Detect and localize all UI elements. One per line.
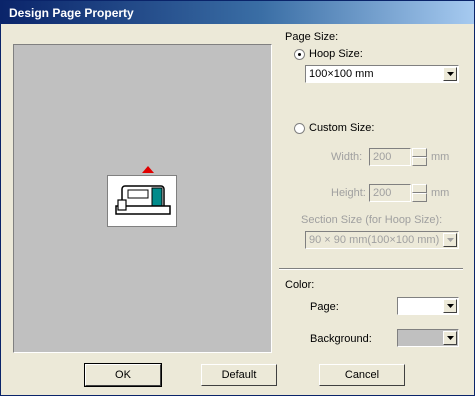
page-size-heading: Page Size: [285,31,339,43]
page-color-label: Page: [310,301,339,313]
background-color-dropdown-button[interactable] [443,331,457,345]
hoop-size-dropdown-button[interactable] [443,67,457,81]
divider [279,268,463,270]
color-heading: Color: [285,279,315,291]
hoop-size-radio[interactable] [294,49,305,60]
background-color-label: Background: [310,333,372,345]
section-size-value: 90 × 90 mm(100×100 mm) [309,234,440,246]
page-color-select[interactable] [397,297,459,315]
custom-size-label: Custom Size: [309,122,375,134]
hoop-size-value: 100×100 mm [309,68,374,80]
page-preview [13,44,272,353]
default-button[interactable]: Default [201,364,277,386]
chevron-down-icon [447,72,454,76]
hoop-size-label: Hoop Size: [309,48,363,60]
width-unit: mm [431,151,450,163]
height-label: Height: [331,187,366,199]
sewing-machine-icon [107,175,177,227]
orientation-arrow-icon [142,166,154,173]
cancel-button[interactable]: Cancel [319,364,405,386]
chevron-down-icon [447,336,454,340]
height-spinner[interactable] [412,184,427,202]
design-page-property-dialog: Design Page Property Page Size: Hoop Siz… [0,0,475,396]
custom-size-radio[interactable] [294,123,305,134]
chevron-down-icon [447,304,454,308]
window-title: Design Page Property [9,6,134,20]
chevron-down-icon [447,238,454,242]
section-size-dropdown-button[interactable] [443,233,457,247]
width-spinner[interactable] [412,148,427,166]
background-color-select[interactable] [397,329,459,347]
hoop-size-select[interactable]: 100×100 mm [305,65,459,83]
section-size-select[interactable]: 90 × 90 mm(100×100 mm) [305,231,459,249]
width-label: Width: [331,151,363,163]
title-bar[interactable]: Design Page Property [1,1,474,24]
page-color-dropdown-button[interactable] [443,299,457,313]
ok-button[interactable]: OK [84,363,162,387]
width-field[interactable]: 200 [369,148,411,166]
section-size-label: Section Size (for Hoop Size): [301,214,443,226]
height-field[interactable]: 200 [369,184,411,202]
height-unit: mm [431,187,450,199]
